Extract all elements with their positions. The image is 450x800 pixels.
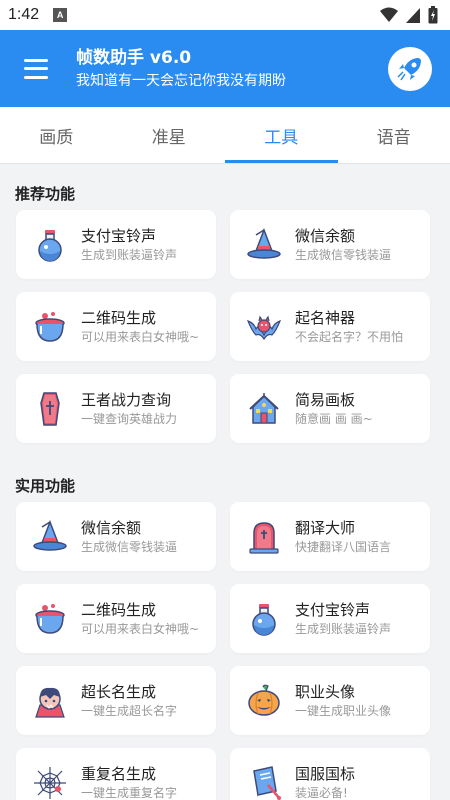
status-bar: 1:42 A xyxy=(0,0,450,30)
spellbook-icon xyxy=(246,765,282,800)
feature-title: 支付宝铃声 xyxy=(295,600,371,619)
spider-web-icon xyxy=(32,765,68,800)
feature-text: 二维码生成可以用来表白女神哦~ xyxy=(81,600,199,638)
feature-card[interactable]: 起名神器不会起名字？不用怕 xyxy=(230,292,430,361)
app-subtitle: 我知道有一天会忘记你我没有期盼 xyxy=(76,72,286,89)
section-title: 实用功能 xyxy=(15,476,76,495)
vampire-icon xyxy=(32,683,68,719)
tab-bar: 画质 准星 工具 语音 xyxy=(0,107,450,164)
rocket-icon xyxy=(397,57,421,80)
feature-card[interactable]: 简易画板随意画 画 画~ xyxy=(230,374,430,443)
feature-card[interactable]: 国服国标装逼必备! xyxy=(230,748,430,800)
feature-text: 国服国标装逼必备! xyxy=(295,764,355,800)
app-bar: 帧数助手 v6.0 我知道有一天会忘记你我没有期盼 xyxy=(0,30,450,107)
feature-text: 微信余额生成微信零钱装逼 xyxy=(295,226,391,264)
feature-card[interactable]: 王者战力查询一键查询英雄战力 xyxy=(16,374,216,443)
feature-text: 超长名生成一键生成超长名字 xyxy=(81,682,177,720)
feature-title: 国服国标 xyxy=(295,764,356,783)
signal-icon xyxy=(406,8,420,23)
feature-card[interactable]: 翻译大师快捷翻译八国语言 xyxy=(230,502,430,571)
feature-card[interactable]: 支付宝铃声生成到账装逼铃声 xyxy=(230,584,430,653)
app-title: 帧数助手 v6.0 xyxy=(76,47,192,68)
feature-subtitle: 生成到账装逼铃声 xyxy=(81,247,178,262)
feature-subtitle: 快捷翻译八国语言 xyxy=(295,539,392,554)
feature-subtitle: 不会起名字？不用怕 xyxy=(295,329,404,344)
app-titles: 帧数助手 v6.0 我知道有一天会忘记你我没有期盼 xyxy=(76,47,388,91)
feature-title: 微信余额 xyxy=(81,518,142,537)
feature-grid: 支付宝铃声生成到账装逼铃声 微信余额生成微信零钱装逼二维码生成可以用来表白女神哦~… xyxy=(0,210,450,443)
feature-card[interactable]: 超长名生成一键生成超长名字 xyxy=(16,666,216,735)
feature-title: 二维码生成 xyxy=(81,600,157,619)
feature-text: 起名神器不会起名字？不用怕 xyxy=(295,308,403,346)
witch-hat-icon xyxy=(246,227,282,263)
coffin-icon xyxy=(32,391,68,427)
feature-text: 王者战力查询一键查询英雄战力 xyxy=(81,390,177,428)
feature-subtitle: 一键查询英雄战力 xyxy=(81,411,178,426)
sim-icon: A xyxy=(53,8,68,22)
feature-subtitle: 生成微信零钱装逼 xyxy=(295,247,392,262)
app-logo[interactable] xyxy=(388,46,432,91)
feature-card[interactable]: 重复名生成一键生成重复名字 xyxy=(16,748,216,800)
menu-icon[interactable] xyxy=(24,58,48,79)
status-icons xyxy=(380,6,438,24)
cauldron-icon xyxy=(32,601,68,637)
feature-subtitle: 随意画 画 画~ xyxy=(295,411,373,426)
feature-title: 二维码生成 xyxy=(81,308,157,327)
feature-title: 起名神器 xyxy=(295,308,356,327)
section-recommended: 推荐功能 支付宝铃声生成到账装逼铃声 微信余额生成微信零钱装逼二维码生成可以用来表… xyxy=(0,164,450,443)
feature-subtitle: 一键生成职业头像 xyxy=(295,703,392,718)
feature-text: 简易画板随意画 画 画~ xyxy=(295,390,373,428)
tab-quality[interactable]: 画质 xyxy=(0,107,113,163)
feature-card[interactable]: 职业头像一键生成职业头像 xyxy=(230,666,430,735)
feature-subtitle: 一键生成超长名字 xyxy=(81,703,178,718)
pumpkin-icon xyxy=(246,683,282,719)
feature-subtitle: 一键生成重复名字 xyxy=(81,785,178,800)
status-time: 1:42 xyxy=(8,6,40,23)
feature-text: 支付宝铃声生成到账装逼铃声 xyxy=(81,226,177,264)
feature-subtitle: 可以用来表白女神哦~ xyxy=(81,329,200,344)
feature-card[interactable]: 支付宝铃声生成到账装逼铃声 xyxy=(16,210,216,279)
battery-icon xyxy=(428,6,438,24)
feature-title: 支付宝铃声 xyxy=(81,226,157,245)
tab-voice[interactable]: 语音 xyxy=(338,107,450,163)
section-title: 推荐功能 xyxy=(15,184,76,203)
feature-text: 重复名生成一键生成重复名字 xyxy=(81,764,177,800)
feature-card[interactable]: 微信余额生成微信零钱装逼 xyxy=(230,210,430,279)
haunted-house-icon xyxy=(246,391,282,427)
feature-card[interactable]: 二维码生成可以用来表白女神哦~ xyxy=(16,584,216,653)
tombstone-icon xyxy=(246,519,282,555)
feature-text: 职业头像一键生成职业头像 xyxy=(295,682,391,720)
potion-icon xyxy=(246,601,282,637)
witch-hat-icon xyxy=(32,519,68,555)
feature-title: 翻译大师 xyxy=(295,518,356,537)
feature-title: 王者战力查询 xyxy=(81,390,172,409)
feature-text: 翻译大师快捷翻译八国语言 xyxy=(295,518,391,556)
feature-title: 重复名生成 xyxy=(81,764,157,783)
feature-text: 二维码生成可以用来表白女神哦~ xyxy=(81,308,199,346)
tab-tools[interactable]: 工具 xyxy=(225,107,338,163)
wifi-icon xyxy=(380,7,398,22)
section-practical: 实用功能 微信余额生成微信零钱装逼 翻译大师快捷翻译八国语言二维码生成可以用来表白… xyxy=(0,456,450,800)
feature-title: 简易画板 xyxy=(295,390,356,409)
feature-subtitle: 生成微信零钱装逼 xyxy=(81,539,178,554)
feature-text: 支付宝铃声生成到账装逼铃声 xyxy=(295,600,391,638)
feature-title: 职业头像 xyxy=(295,682,356,701)
feature-card[interactable]: 二维码生成可以用来表白女神哦~ xyxy=(16,292,216,361)
feature-title: 超长名生成 xyxy=(81,682,157,701)
bat-icon xyxy=(246,309,282,345)
feature-card[interactable]: 微信余额生成微信零钱装逼 xyxy=(16,502,216,571)
cauldron-icon xyxy=(32,309,68,345)
potion-icon xyxy=(32,227,68,263)
feature-text: 微信余额生成微信零钱装逼 xyxy=(81,518,177,556)
feature-subtitle: 可以用来表白女神哦~ xyxy=(81,621,200,636)
feature-grid: 微信余额生成微信零钱装逼 翻译大师快捷翻译八国语言二维码生成可以用来表白女神哦~ 支… xyxy=(0,502,450,800)
feature-subtitle: 生成到账装逼铃声 xyxy=(295,621,392,636)
feature-subtitle: 装逼必备! xyxy=(295,785,348,800)
feature-title: 微信余额 xyxy=(295,226,356,245)
tab-crosshair[interactable]: 准星 xyxy=(113,107,226,163)
